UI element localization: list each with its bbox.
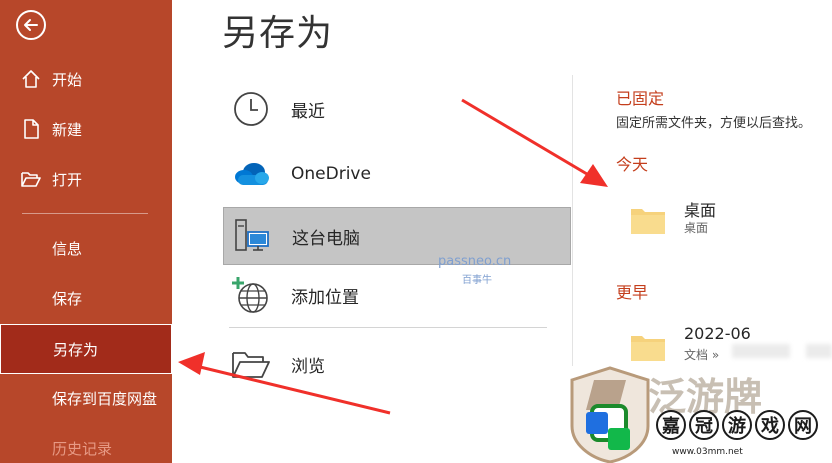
logo-emblem-icon: [570, 366, 650, 463]
logo-character: 戏: [755, 410, 785, 440]
logo-character-row: 嘉 冠 游 戏 网: [656, 410, 821, 440]
logo-url: www.03mm.net: [672, 447, 743, 457]
site-logo-watermark: 泛游牌 嘉 冠 游 戏 网 www.03mm.net: [556, 366, 832, 463]
annotation-arrow-to-today-folder: [461, 98, 608, 187]
logo-character: 冠: [689, 410, 719, 440]
logo-character: 网: [788, 410, 818, 440]
annotation-arrow-to-save-as: [178, 352, 391, 415]
logo-character: 嘉: [656, 410, 686, 440]
logo-character: 游: [722, 410, 752, 440]
